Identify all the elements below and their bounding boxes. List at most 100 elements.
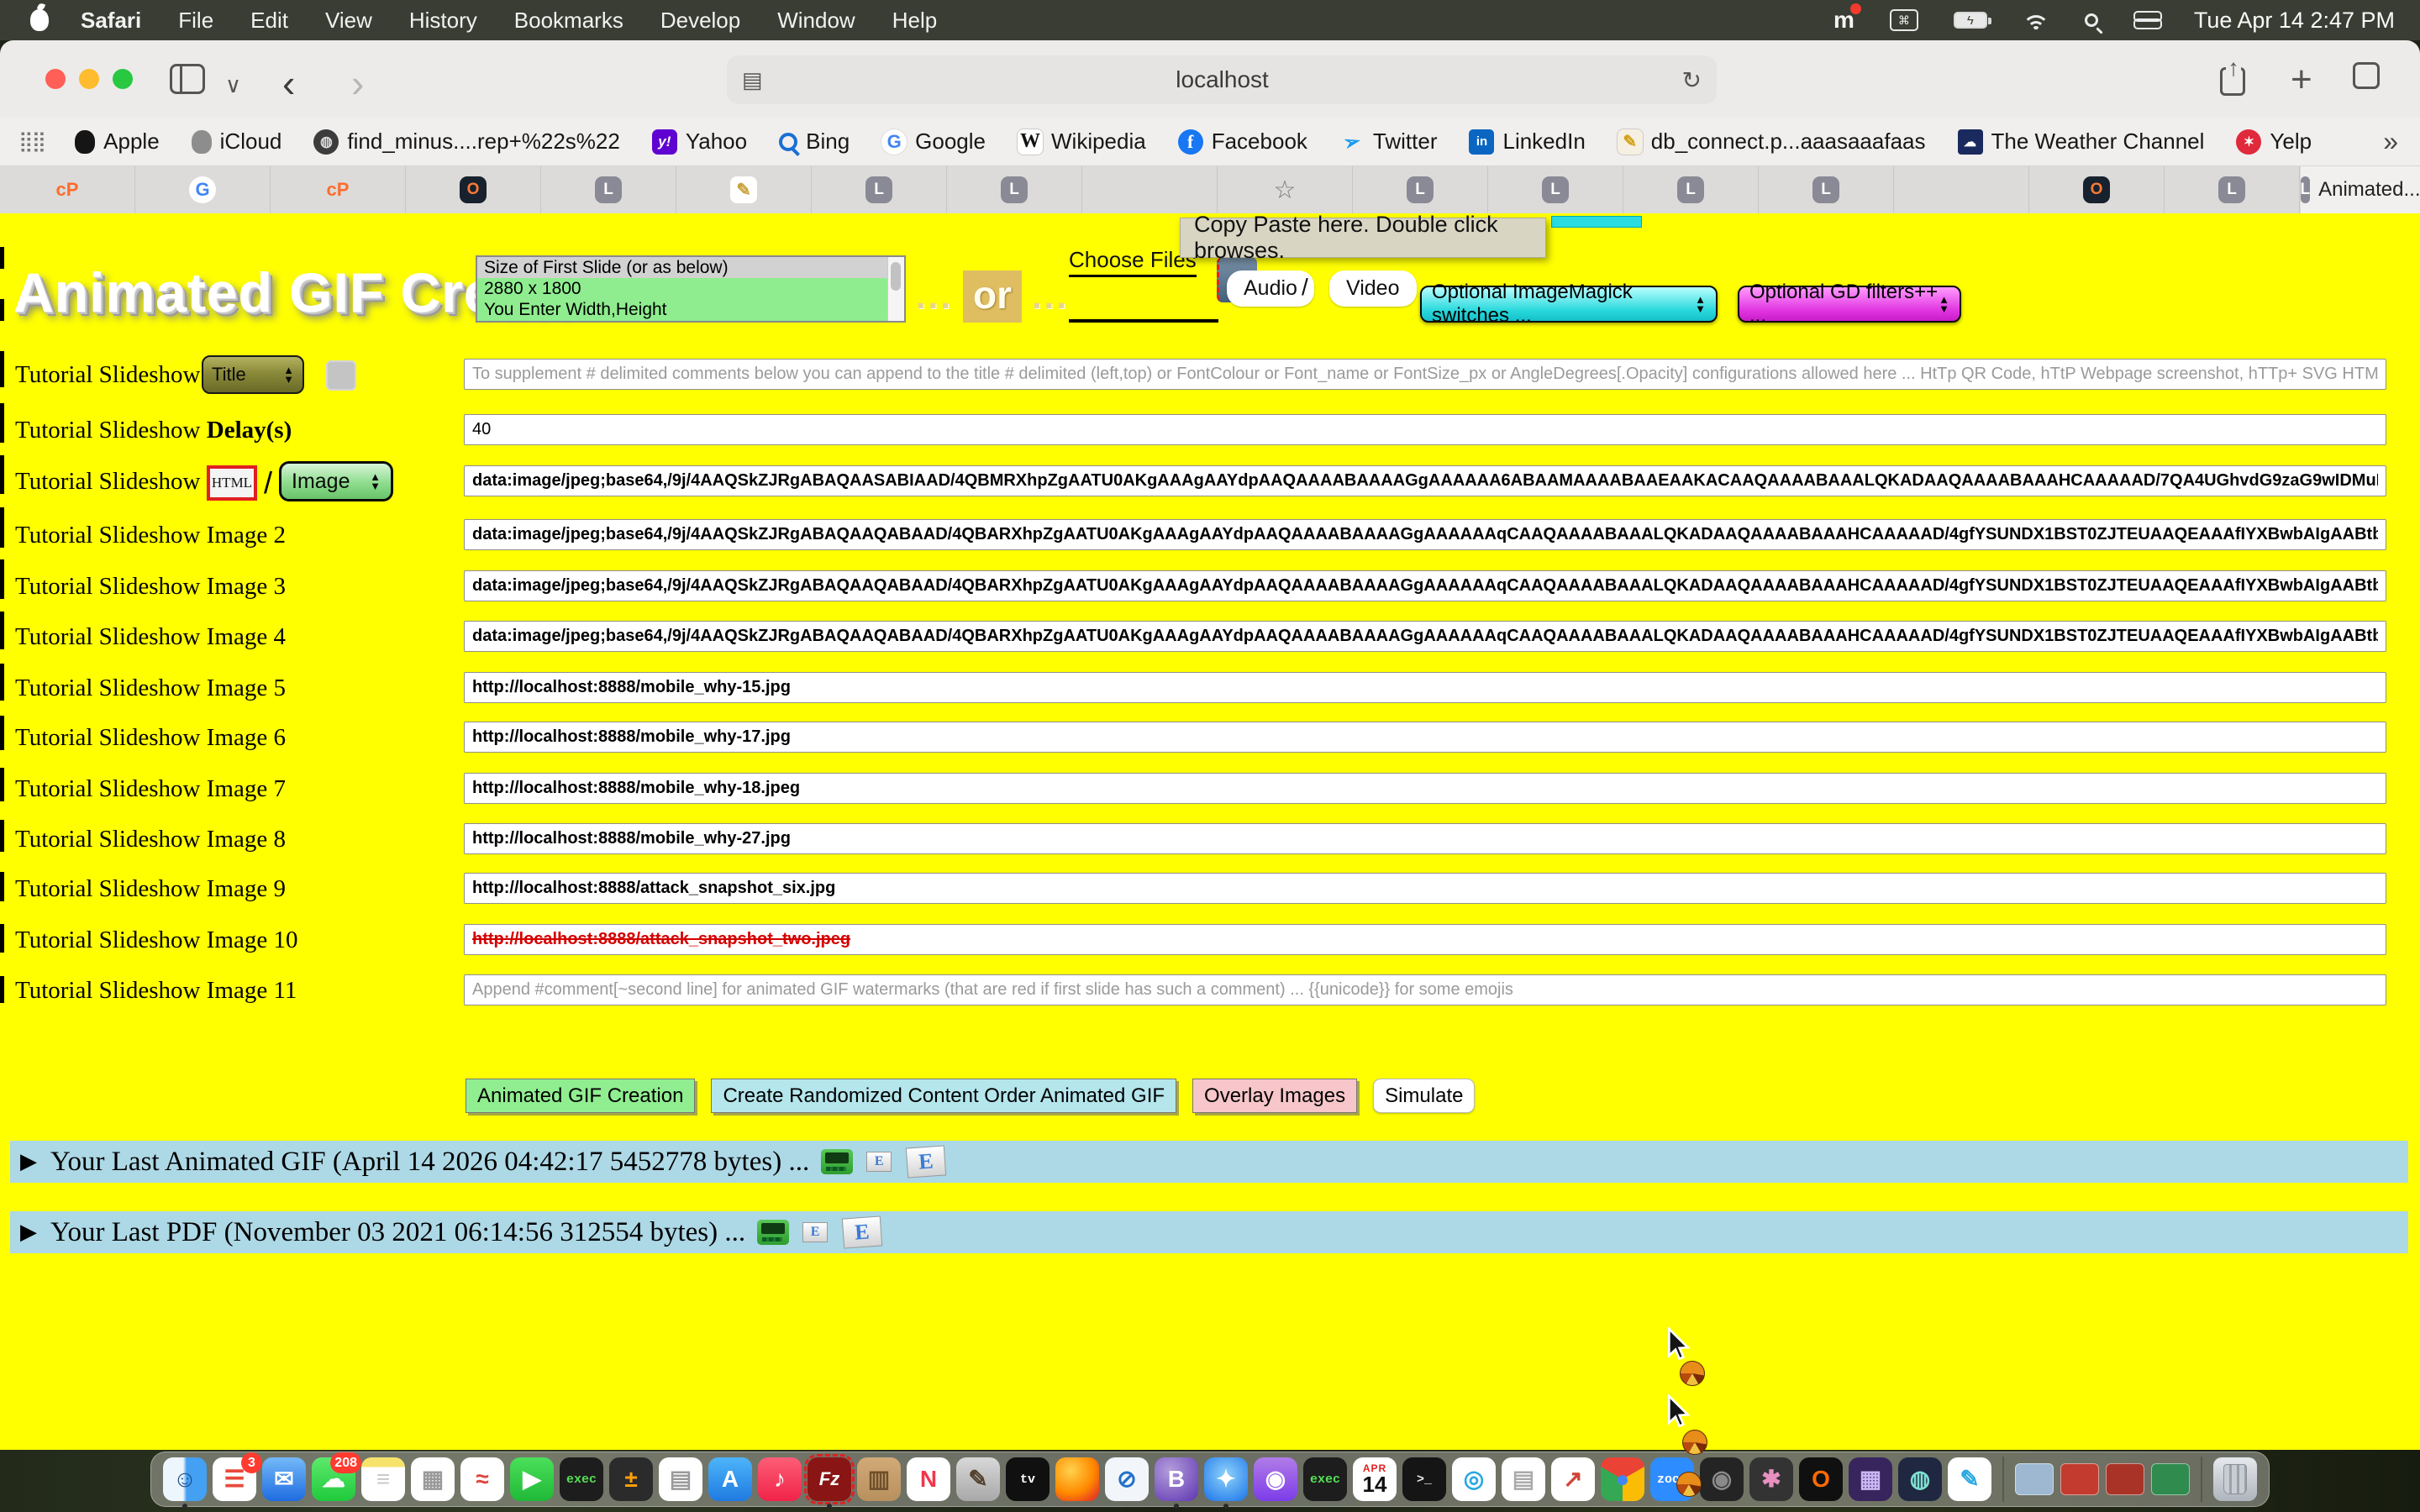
size-option[interactable]: You Enter Width,Height (477, 300, 887, 321)
dock-app[interactable]: A (708, 1457, 752, 1501)
dock-app[interactable]: N (907, 1457, 950, 1501)
tab-active[interactable]: L Animated... (2301, 166, 2420, 213)
dock-app[interactable]: ≡ (361, 1457, 405, 1501)
image-2-input[interactable] (464, 519, 2386, 550)
bookmark-item[interactable]: ✎ db_connect.p...aaasaaafaas (1618, 129, 1926, 155)
dock-app[interactable]: ◉ (1700, 1457, 1744, 1501)
pinned-tab[interactable]: O (2029, 166, 2165, 213)
menu-item[interactable]: View (325, 8, 372, 34)
html-badge-button[interactable]: HTML (207, 465, 257, 501)
disclosure-triangle-icon[interactable]: ▶ (20, 1149, 37, 1174)
spotlight-icon[interactable] (2085, 13, 2098, 27)
sidebar-chevron-icon[interactable]: ∨ (225, 72, 241, 98)
menu-item[interactable]: File (178, 8, 213, 34)
pinned-tab[interactable]: L (541, 166, 676, 213)
mail-status-icon[interactable]: m (1833, 7, 1854, 34)
pinned-tab[interactable] (1894, 166, 2029, 213)
action-button[interactable]: Animated GIF Creation (466, 1079, 695, 1113)
dock-app[interactable] (1055, 1457, 1099, 1501)
email-large-icon[interactable]: E (842, 1215, 882, 1248)
slide-size-listbox[interactable]: Size of First Slide (or as below)2880 x … (476, 255, 906, 323)
bookmark-item[interactable]: y! Yahoo (652, 129, 747, 155)
share-icon[interactable] (2220, 67, 2245, 96)
bookmark-item[interactable]: ➢ Twitter (1339, 129, 1438, 155)
dock-app[interactable]: ▥ (857, 1457, 901, 1501)
dock-app[interactable]: Fz (808, 1457, 851, 1501)
dock-app[interactable]: exec (1303, 1457, 1347, 1501)
bookmark-item[interactable]: ✶ Yelp (2236, 129, 2312, 155)
menu-item[interactable]: Edit (250, 8, 288, 34)
image-4-input[interactable] (464, 621, 2386, 652)
image-5-input[interactable] (464, 672, 2386, 703)
bookmark-item[interactable]: W Wikipedia (1018, 129, 1146, 155)
dock-app[interactable]: ✦ (1204, 1457, 1248, 1501)
minimized-window[interactable] (2106, 1463, 2144, 1495)
address-bar[interactable]: ▤ localhost ↻ (727, 55, 1717, 104)
dock-app[interactable]: ● (1601, 1457, 1644, 1501)
dock-app[interactable]: ♪ (758, 1457, 802, 1501)
bookmarks-grid-icon[interactable]: ⣿⣿ (18, 129, 45, 154)
size-option[interactable]: 2880 x 1800 (477, 278, 887, 299)
sidebar-icon[interactable] (170, 64, 205, 94)
bookmark-item[interactable]: iCloud (192, 129, 282, 155)
pinned-tab[interactable]: O (406, 166, 541, 213)
bookmarks-overflow-icon[interactable]: » (2383, 126, 2398, 157)
pinned-tab[interactable]: G (135, 166, 271, 213)
imagemagick-select[interactable]: Optional ImageMagick switches ... ▲▼ (1420, 286, 1718, 323)
wifi-icon[interactable] (2023, 10, 2049, 30)
tab-overview-icon[interactable] (2358, 67, 2380, 89)
dock-app[interactable]: ▤ (1502, 1457, 1545, 1501)
reader-icon[interactable]: ▤ (742, 67, 763, 93)
dock-app[interactable]: APR 14 (1353, 1457, 1397, 1501)
pinned-tab[interactable]: L (1488, 166, 1623, 213)
image-3-input[interactable] (464, 570, 2386, 601)
email-small-icon[interactable]: E (802, 1222, 828, 1242)
menu-item[interactable]: Help (892, 8, 937, 34)
image-7-input[interactable] (464, 773, 2386, 804)
keyboard-icon[interactable]: ⌘ (1890, 9, 1918, 31)
dock-app[interactable]: >_ (1402, 1457, 1446, 1501)
dock-app[interactable]: ✱ (1749, 1457, 1793, 1501)
dock-app[interactable]: ✎ (956, 1457, 1000, 1501)
window-zoom-button[interactable] (113, 69, 133, 89)
apple-menu-icon[interactable] (30, 9, 49, 31)
action-button[interactable]: Simulate (1373, 1079, 1475, 1113)
minimized-window[interactable] (2060, 1463, 2099, 1495)
forward-button[interactable]: › (351, 60, 364, 106)
pinned-tab[interactable]: ☆ (1218, 166, 1353, 213)
pager-icon[interactable] (821, 1149, 853, 1174)
dock-app[interactable]: ◍ (1898, 1457, 1942, 1501)
title-select[interactable]: Title ▲▼ (202, 355, 304, 394)
dock-app[interactable]: ◉ (1254, 1457, 1297, 1501)
choose-files-button[interactable]: Choose Files (1069, 247, 1197, 277)
bookmark-item[interactable]: ☁ The Weather Channel (1958, 129, 2205, 155)
image-8-input[interactable] (464, 823, 2386, 854)
dock-app[interactable]: ▶ (510, 1457, 554, 1501)
image-9-input[interactable] (464, 873, 2386, 904)
pinned-tab[interactable]: L (947, 166, 1082, 213)
dock-app[interactable]: ▦ (411, 1457, 455, 1501)
dock-app[interactable]: ◎ (1452, 1457, 1496, 1501)
action-button[interactable]: Create Randomized Content Order Animated… (711, 1079, 1176, 1113)
dock-app[interactable]: O (1799, 1457, 1843, 1501)
email-small-icon[interactable]: E (866, 1152, 892, 1172)
dock-app[interactable]: tv (1006, 1457, 1050, 1501)
menu-item[interactable]: Safari (81, 8, 141, 34)
pinned-tab[interactable]: L (1353, 166, 1488, 213)
window-close-button[interactable] (45, 69, 66, 89)
pinned-tab[interactable]: cP (0, 166, 135, 213)
dock-app[interactable]: B (1155, 1457, 1198, 1501)
control-center-icon[interactable] (2133, 11, 2159, 29)
pinned-tab[interactable]: cP (271, 166, 406, 213)
menu-bar-clock[interactable]: Tue Apr 14 2:47 PM (2194, 8, 2395, 34)
image-6-input[interactable] (464, 722, 2386, 753)
minimized-window[interactable] (2151, 1463, 2190, 1495)
bookmark-item[interactable]: ◍ find_minus....rep+%22s%22 (313, 129, 619, 155)
battery-icon[interactable]: ϟ (1954, 12, 1987, 29)
last-pdf-summary[interactable]: ▶ Your Last PDF (November 03 2021 06:14:… (10, 1211, 2408, 1253)
delay-input[interactable] (464, 414, 2386, 445)
menu-item[interactable]: Bookmarks (514, 8, 623, 34)
pinned-tab[interactable] (1082, 166, 1218, 213)
new-tab-button[interactable]: + (2291, 59, 2312, 101)
menu-item[interactable]: Window (777, 8, 855, 34)
